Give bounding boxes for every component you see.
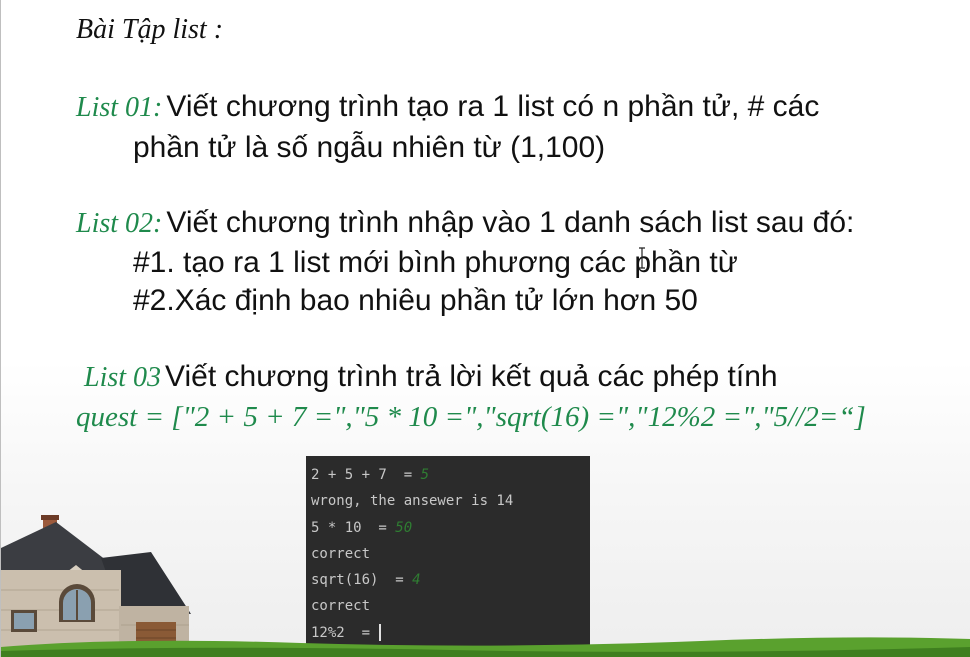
text-cursor-icon (639, 247, 645, 269)
terminal-line: wrong, the ansewer is 14 (311, 493, 514, 510)
slide: Bài Tập list : List 01: Viết chương trìn… (0, 0, 970, 657)
list03-line1: List 03 Viết chương trình trả lời kết qu… (84, 360, 778, 394)
terminal-question: sqrt(16) = (311, 572, 413, 589)
list01-tag: List 01: (76, 92, 163, 123)
terminal-line: 5 * 10 = 50 (311, 515, 590, 541)
terminal-output[interactable]: 2 + 5 + 7 = 5 wrong, the ansewer is 14 5… (306, 456, 590, 657)
list01-text1: Viết chương trình tạo ra 1 list có n phầ… (166, 90, 820, 123)
list03-text1: Viết chương trình trả lời kết quả các ph… (165, 360, 778, 393)
terminal-line: sqrt(16) = 4 (311, 567, 590, 593)
list01-text2: phần tử là số ngẫu nhiên từ (1,100) (133, 131, 606, 164)
terminal-line: 2 + 5 + 7 = 5 (311, 462, 590, 488)
grass-strip (1, 637, 970, 657)
slide-title: Bài Tập list : (76, 14, 224, 45)
list02-text1: Viết chương trình nhập vào 1 danh sách l… (166, 206, 855, 239)
terminal-answer: 50 (395, 519, 413, 536)
terminal-answer: 5 (420, 467, 430, 483)
list02-text3: #2.Xác định bao nhiêu phần tử lớn hơn 50 (133, 284, 698, 317)
list02-line1: List 02: Viết chương trình nhập vào 1 da… (76, 206, 854, 240)
terminal-line: correct (311, 598, 371, 615)
list01-line1: List 01: Viết chương trình tạo ra 1 list… (76, 90, 819, 124)
terminal-answer: 4 (412, 572, 421, 589)
terminal-line: correct (311, 545, 371, 562)
list03-tag: List 03 (84, 362, 162, 393)
quest-code: quest = ["2 + 5 + 7 =","5 * 10 =","sqrt(… (76, 401, 866, 433)
terminal-question: 2 + 5 + 7 = (311, 467, 421, 483)
list02-text2: #1. tạo ra 1 list mới bình phương các ph… (133, 246, 738, 279)
list02-tag: List 02: (76, 208, 163, 239)
terminal-question: 5 * 10 = (311, 519, 396, 536)
